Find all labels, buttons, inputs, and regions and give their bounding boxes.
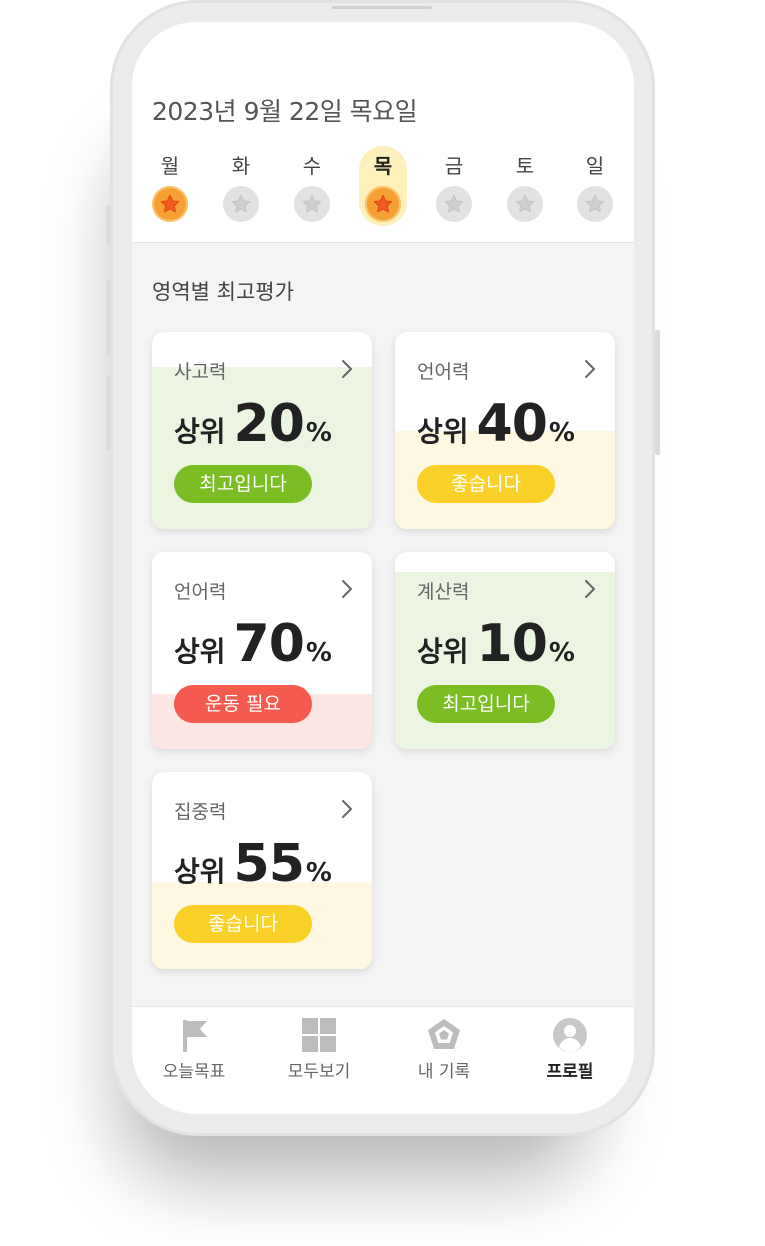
tab-0[interactable]: 오늘목표 — [134, 1017, 254, 1087]
rank-number: 20 — [233, 394, 305, 454]
tab-2[interactable]: 내 기록 — [384, 1017, 504, 1087]
star-empty-icon — [223, 186, 259, 222]
day-6[interactable]: 일 — [571, 146, 619, 226]
day-label: 금 — [444, 154, 464, 178]
section-title: 영역별 최고평가 — [152, 280, 294, 304]
flag-icon — [176, 1017, 212, 1053]
rank-number: 40 — [476, 394, 548, 454]
star-filled-icon — [365, 186, 401, 222]
star-empty-icon — [507, 186, 543, 222]
tab-label: 내 기록 — [417, 1062, 471, 1082]
percentile-value: 상위 70% — [174, 614, 332, 674]
volume-up-button — [106, 280, 111, 355]
weekday-strip: 월화수목금토일 — [132, 146, 634, 226]
star-filled-icon — [152, 186, 188, 222]
power-button — [655, 330, 660, 455]
phone-speaker — [332, 6, 432, 9]
rank-unit: % — [548, 638, 575, 668]
tab-label: 프로필 — [546, 1062, 594, 1082]
day-5[interactable]: 토 — [501, 146, 549, 226]
rank-prefix: 상위 — [174, 855, 226, 888]
chevron-right-icon[interactable] — [340, 358, 354, 380]
status-badge: 좋습니다 — [174, 905, 312, 943]
rank-prefix: 상위 — [417, 635, 469, 668]
day-2[interactable]: 수 — [288, 146, 336, 226]
day-0[interactable]: 월 — [146, 146, 194, 226]
rank-number: 70 — [233, 614, 305, 674]
card-title: 사고력 — [174, 361, 227, 383]
rank-number: 10 — [476, 614, 548, 674]
status-badge: 좋습니다 — [417, 465, 555, 503]
pentagon-icon — [426, 1017, 462, 1053]
day-label: 월 — [160, 154, 180, 178]
star-empty-icon — [577, 186, 613, 222]
star-empty-icon — [436, 186, 472, 222]
app-screen: 2023년 9월 22일 목요일 월화수목금토일 영역별 최고평가 사고력 상위 2… — [132, 22, 634, 1114]
rank-unit: % — [305, 418, 332, 448]
tab-label: 오늘목표 — [162, 1062, 226, 1082]
mute-switch — [106, 205, 111, 245]
day-3[interactable]: 목 — [359, 146, 407, 226]
chevron-right-icon[interactable] — [583, 578, 597, 600]
current-date: 2023년 9월 22일 목요일 — [152, 97, 418, 126]
rank-unit: % — [305, 638, 332, 668]
evaluation-card[interactable]: 계산력상위 10% 최고입니다 — [395, 552, 615, 749]
card-title: 언어력 — [174, 581, 227, 603]
evaluation-card[interactable]: 사고력상위 20% 최고입니다 — [152, 332, 372, 529]
week-header: 2023년 9월 22일 목요일 월 화 수 목 금 토 일 — [132, 22, 634, 243]
day-label: 토 — [515, 154, 535, 178]
card-title: 계산력 — [417, 581, 470, 603]
profile-icon — [552, 1017, 588, 1053]
rank-prefix: 상위 — [417, 415, 469, 448]
evaluation-card[interactable]: 언어력상위 40% 좋습니다 — [395, 332, 615, 529]
rank-unit: % — [305, 858, 332, 888]
volume-down-button — [106, 375, 111, 450]
grid-icon — [301, 1017, 337, 1053]
status-badge: 최고입니다 — [174, 465, 312, 503]
rank-prefix: 상위 — [174, 635, 226, 668]
percentile-value: 상위 40% — [417, 394, 575, 454]
tab-label: 모두보기 — [287, 1062, 351, 1082]
tab-3[interactable]: 프로필 — [510, 1017, 630, 1087]
day-label: 수 — [302, 154, 322, 178]
chevron-right-icon[interactable] — [340, 798, 354, 820]
star-empty-icon — [294, 186, 330, 222]
card-title: 집중력 — [174, 801, 227, 823]
evaluation-card[interactable]: 집중력상위 55% 좋습니다 — [152, 772, 372, 969]
chevron-right-icon[interactable] — [583, 358, 597, 380]
day-label: 목 — [373, 154, 393, 178]
status-badge: 운동 필요 — [174, 685, 312, 723]
day-4[interactable]: 금 — [430, 146, 478, 226]
day-label: 화 — [231, 154, 251, 178]
rank-unit: % — [548, 418, 575, 448]
tab-1[interactable]: 모두보기 — [259, 1017, 379, 1087]
chevron-right-icon[interactable] — [340, 578, 354, 600]
rank-prefix: 상위 — [174, 415, 226, 448]
percentile-value: 상위 10% — [417, 614, 575, 674]
percentile-value: 상위 55% — [174, 834, 332, 894]
status-badge: 최고입니다 — [417, 685, 555, 723]
day-1[interactable]: 화 — [217, 146, 265, 226]
percentile-value: 상위 20% — [174, 394, 332, 454]
card-title: 언어력 — [417, 361, 470, 383]
rank-number: 55 — [233, 834, 305, 894]
evaluation-card[interactable]: 언어력상위 70% 운동 필요 — [152, 552, 372, 749]
day-label: 일 — [585, 154, 605, 178]
bottom-tab-bar: 오늘목표 모두보기 내 기록 프로필 — [132, 1006, 634, 1114]
